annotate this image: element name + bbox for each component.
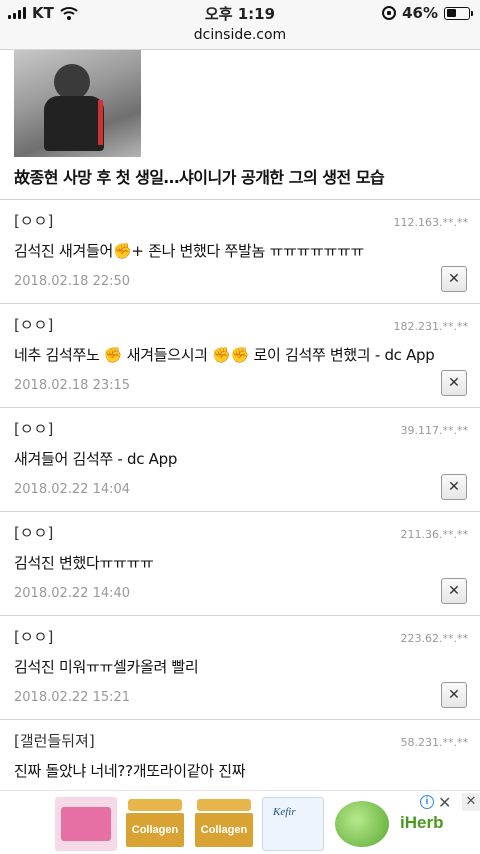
ad-kefir-image[interactable]: Kefir: [262, 797, 324, 851]
delete-comment-button[interactable]: ✕: [441, 578, 467, 604]
comment-item: [ㅇㅇ] 39.117.**.** 새겨들어 김석쭈 - dc App 2018…: [0, 408, 480, 512]
battery-percent: 46%: [402, 4, 438, 22]
comment-author: [ㅇㅇ]: [14, 628, 54, 646]
ad-close-icon[interactable]: ✕: [438, 793, 451, 812]
ad-kefir-label: Kefir: [273, 806, 296, 818]
comment-text: 김석진 새겨들어✊+ 존나 변했다 쭈발놈 ㅠㅠㅠㅠㅠㅠㅠ: [14, 242, 364, 260]
ad-banner[interactable]: Collagen Collagen Kefir iHerb i ✕ ✕: [0, 790, 480, 854]
comment-text: 새겨들어 김석쭈 - dc App: [14, 450, 178, 468]
comment-author: [ㅇㅇ]: [14, 316, 54, 334]
ad-product-kit-image[interactable]: [55, 797, 117, 851]
comment-author: [ㅇㅇ]: [14, 420, 54, 438]
url-text[interactable]: dcinside.com: [194, 27, 286, 43]
comment-item: [ㅇㅇ] 182.231.**.** 네추 김석쭈노 ✊ 새겨들으시긔 ✊✊ 로…: [0, 304, 480, 408]
article-card[interactable]: 故종현 사망 후 첫 생일…샤이니가 공개한 그의 생전 모습: [0, 50, 480, 200]
ad-brand-logo[interactable]: iHerb: [400, 813, 443, 833]
article-title[interactable]: 故종현 사망 후 첫 생일…샤이니가 공개한 그의 생전 모습: [14, 164, 385, 188]
comment-text: 네추 김석쭈노 ✊ 새겨들으시긔 ✊✊ 로이 김석쭈 변했긔 - dc App: [14, 346, 435, 364]
rotation-lock-icon: [382, 6, 397, 20]
comment-date: 2018.02.22 14:04: [14, 482, 131, 497]
comment-date: 2018.02.18 22:50: [14, 274, 131, 289]
delete-comment-button[interactable]: ✕: [441, 370, 467, 396]
comment-text: 김석진 미워ㅠㅠ셀카올려 빨리: [14, 658, 199, 676]
comment-list: [ㅇㅇ] 112.163.**.** 김석진 새겨들어✊+ 존나 변했다 쭈발놈…: [0, 200, 480, 810]
comment-date: 2018.02.22 15:21: [14, 690, 131, 705]
ad-collagen-jar-image[interactable]: Collagen: [193, 797, 255, 851]
battery-icon: [444, 6, 473, 20]
comment-ip: 223.62.**.**: [400, 632, 468, 645]
address-bar[interactable]: dcinside.com: [0, 26, 480, 50]
comment-ip: 39.117.**.**: [400, 424, 468, 437]
ad-collagen-jar-image[interactable]: Collagen: [124, 797, 186, 851]
comment-ip: 182.231.**.**: [393, 320, 468, 333]
status-bar: KT 오후 1:19 46%: [0, 0, 480, 26]
ad-dismiss-button[interactable]: ✕: [462, 793, 480, 811]
ad-product-label: Collagen: [126, 813, 184, 847]
comment-text: 진짜 돌았냐 너네??개또라이같아 진짜: [14, 762, 246, 780]
comment-ip: 112.163.**.**: [393, 216, 468, 229]
article-thumbnail[interactable]: [14, 50, 141, 157]
comment-ip: 211.36.**.**: [400, 528, 468, 541]
comment-author: [ㅇㅇ]: [14, 524, 54, 542]
ad-product-label: Collagen: [195, 813, 253, 847]
comment-ip: 58.231.**.**: [400, 736, 468, 749]
comment-text: 김석진 변했다ㅠㅠㅠㅠ: [14, 554, 154, 572]
status-right: 46%: [382, 4, 473, 22]
delete-comment-button[interactable]: ✕: [441, 266, 467, 292]
comment-item: [ㅇㅇ] 211.36.**.** 김석진 변했다ㅠㅠㅠㅠ 2018.02.22…: [0, 512, 480, 616]
comment-author: [갤런들뒤져]: [14, 732, 95, 750]
delete-comment-button[interactable]: ✕: [441, 682, 467, 708]
comment-date: 2018.02.22 14:40: [14, 586, 131, 601]
ad-aloe-gel-image[interactable]: [331, 797, 393, 851]
delete-comment-button[interactable]: ✕: [441, 474, 467, 500]
ad-info-icon[interactable]: i: [420, 795, 434, 809]
comment-item: [ㅇㅇ] 223.62.**.** 김석진 미워ㅠㅠ셀카올려 빨리 2018.0…: [0, 616, 480, 720]
comment-item: [ㅇㅇ] 112.163.**.** 김석진 새겨들어✊+ 존나 변했다 쭈발놈…: [0, 200, 480, 304]
comment-date: 2018.02.18 23:15: [14, 378, 131, 393]
comment-author: [ㅇㅇ]: [14, 212, 54, 230]
